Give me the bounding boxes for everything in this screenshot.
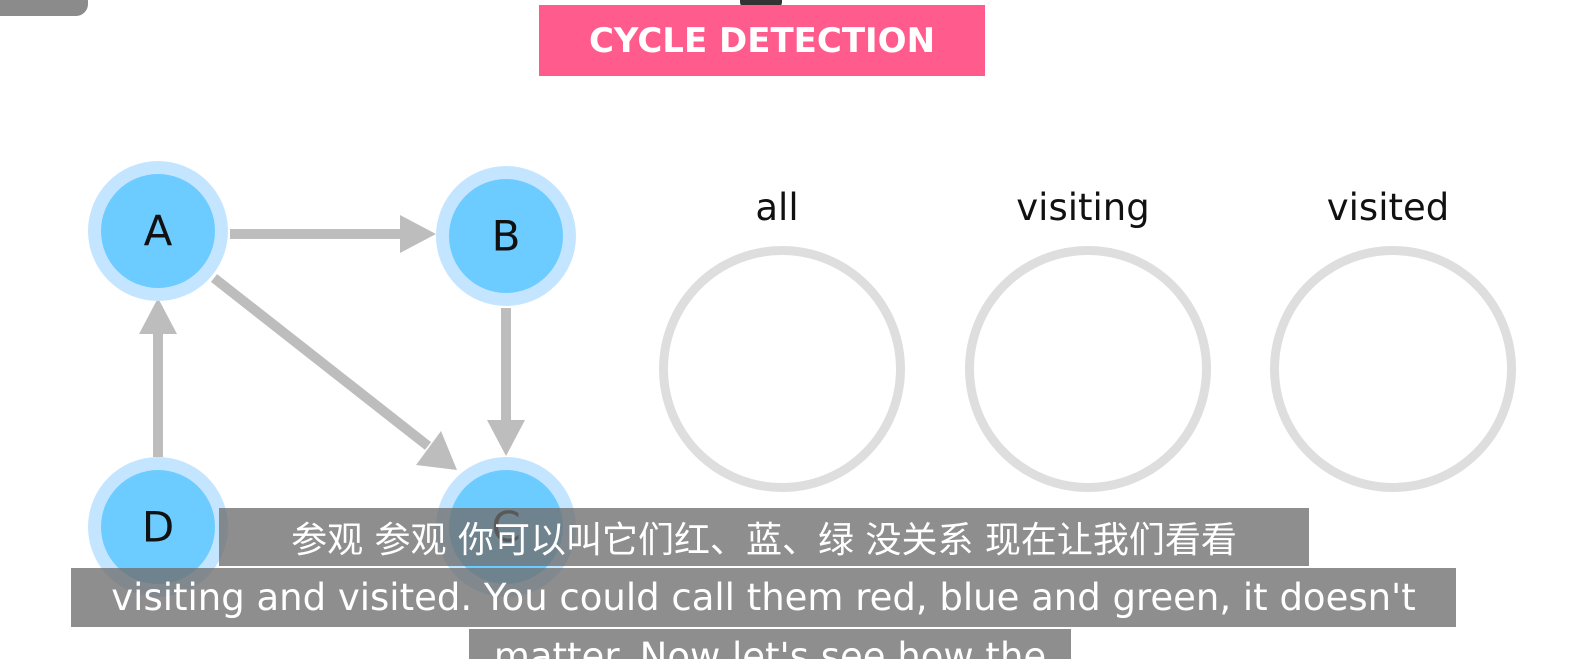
subtitle-english-line-2: matter. Now let's see how the (469, 629, 1071, 659)
edge-b-c (487, 308, 525, 456)
edge-d-a (139, 298, 177, 457)
set-label-visited: visited (1326, 186, 1450, 229)
subtitle-chinese: 参观 参观 你可以叫它们红、蓝、绿 没关系 现在让我们看看 (219, 508, 1309, 566)
set-circle-visiting (965, 246, 1211, 492)
set-circle-all (659, 246, 905, 492)
video-frame: CYCLE DETECTION A B D all visiting visit… (0, 0, 1580, 659)
node-label-a: A (144, 207, 173, 256)
edge-a-c (210, 274, 457, 470)
graph-node-b: B (436, 166, 576, 306)
edge-a-b (230, 215, 436, 253)
graph-node-a: A (88, 161, 228, 301)
node-label-d: D (142, 503, 174, 552)
set-label-visiting: visiting (1016, 186, 1150, 229)
node-label-b: B (492, 212, 521, 261)
subtitle-english-line-1: visiting and visited. You could call the… (71, 568, 1456, 627)
set-circle-visited (1270, 246, 1516, 492)
set-label-all: all (755, 186, 799, 229)
